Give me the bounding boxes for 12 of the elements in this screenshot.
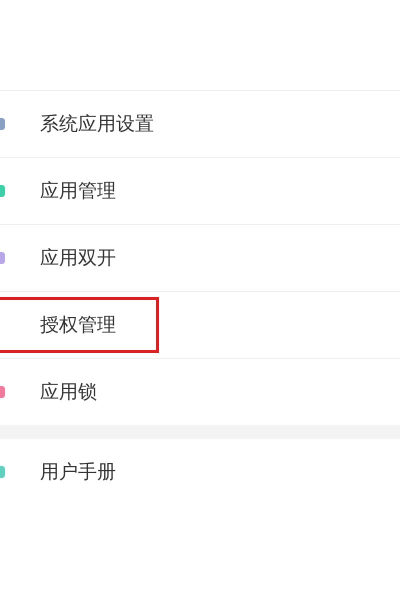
settings-item[interactable]: 系统应用设置 — [0, 91, 400, 158]
item-label: 应用管理 — [40, 179, 116, 204]
settings-item[interactable]: 应用双开 — [0, 225, 400, 292]
item-label: 用户手册 — [40, 460, 116, 485]
item-label: 应用双开 — [40, 246, 116, 271]
item-label: 系统应用设置 — [40, 112, 154, 137]
settings-item[interactable]: 应用锁 — [0, 359, 400, 425]
settings-item[interactable]: 用户手册 — [0, 439, 400, 505]
settings-item[interactable]: 授权管理 — [0, 292, 400, 359]
settings-item[interactable]: 应用管理 — [0, 158, 400, 225]
item-label: 授权管理 — [0, 300, 156, 350]
item-label: 应用锁 — [40, 380, 97, 405]
